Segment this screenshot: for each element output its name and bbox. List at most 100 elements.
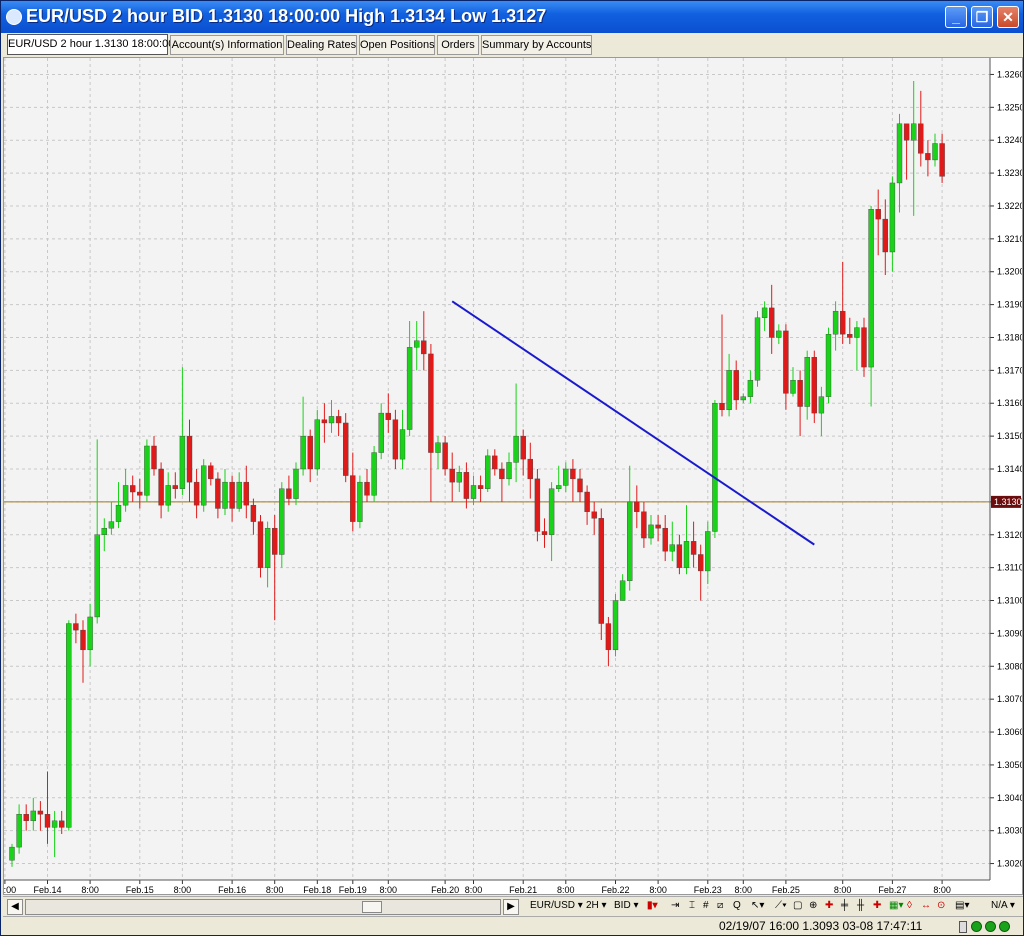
- tab-account-information[interactable]: Account(s) Information: [170, 35, 284, 55]
- candle-body[interactable]: [847, 333, 853, 338]
- candle-body[interactable]: [208, 465, 214, 480]
- candle-body[interactable]: [328, 416, 335, 424]
- candle-body[interactable]: [683, 541, 690, 568]
- zoom-q-button[interactable]: Q: [733, 900, 741, 911]
- candle-body[interactable]: [925, 153, 931, 161]
- candle-body[interactable]: [179, 435, 186, 489]
- candle-body[interactable]: [577, 478, 583, 493]
- restore-button[interactable]: ❐: [971, 6, 993, 28]
- candle-body[interactable]: [87, 616, 93, 651]
- tab-eurusd-chart[interactable]: EUR/USD 2 hour 1.3130 18:00:00: [7, 34, 174, 55]
- scroll-end-icon[interactable]: ⇥: [671, 900, 679, 911]
- candle-body[interactable]: [769, 307, 775, 338]
- candle-body[interactable]: [343, 422, 349, 476]
- candle-body[interactable]: [705, 531, 711, 572]
- candle-body[interactable]: [889, 182, 896, 253]
- title-bar[interactable]: EUR/USD 2 hour BID 1.3130 18:00:00 High …: [1, 1, 1023, 33]
- candle-body[interactable]: [619, 580, 626, 601]
- candle-body[interactable]: [222, 481, 228, 509]
- candle-body[interactable]: [598, 518, 604, 624]
- candle-body[interactable]: [200, 465, 207, 506]
- candle-body[interactable]: [307, 435, 313, 470]
- candle-body[interactable]: [80, 629, 86, 651]
- candle-body[interactable]: [783, 330, 789, 394]
- candle-body[interactable]: [314, 419, 320, 470]
- candle-body[interactable]: [719, 403, 725, 411]
- candle-body[interactable]: [790, 380, 796, 394]
- candle-body[interactable]: [868, 209, 874, 368]
- na-selector[interactable]: N/A ▾: [991, 900, 1015, 911]
- candle-body[interactable]: [548, 488, 555, 535]
- candle-body[interactable]: [832, 310, 839, 335]
- tab-summary-by-accounts[interactable]: Summary by Accounts: [481, 35, 592, 55]
- candle-body[interactable]: [903, 123, 910, 141]
- candle-body[interactable]: [861, 327, 867, 368]
- candle-body[interactable]: [932, 143, 938, 161]
- candle-body[interactable]: [406, 347, 413, 430]
- candlestick-chart[interactable]: 1.3020 1.3030 1.3040 1.3050 1.3060 1.3070 1.30…: [4, 58, 1022, 894]
- candle-body[interactable]: [591, 511, 597, 519]
- candle-body[interactable]: [492, 455, 498, 470]
- candle-body[interactable]: [854, 327, 860, 338]
- candle-body[interactable]: [151, 445, 157, 470]
- candle-body[interactable]: [378, 412, 384, 453]
- candle-body[interactable]: [272, 527, 278, 555]
- candle-body[interactable]: [840, 310, 846, 335]
- candle-style-icon[interactable]: ▮▾: [647, 900, 658, 911]
- candle-body[interactable]: [499, 468, 505, 480]
- scroll-right-button[interactable]: ▶: [503, 899, 519, 915]
- shape-tool-icon[interactable]: ▢: [793, 900, 802, 911]
- candle-body[interactable]: [726, 370, 732, 411]
- candle-body[interactable]: [215, 478, 221, 509]
- channel-tool-icon[interactable]: ╫: [857, 900, 864, 911]
- candle-body[interactable]: [634, 501, 640, 512]
- candle-body[interactable]: [556, 485, 562, 489]
- candle-body[interactable]: [506, 462, 512, 480]
- candle-body[interactable]: [570, 468, 576, 480]
- candle-body[interactable]: [137, 491, 143, 496]
- candle-body[interactable]: [811, 357, 817, 414]
- candle-body[interactable]: [456, 472, 462, 483]
- price-type-selector[interactable]: BID ▾: [614, 900, 638, 911]
- candle-body[interactable]: [229, 481, 235, 509]
- candle-body[interactable]: [690, 541, 697, 555]
- candle-body[interactable]: [676, 544, 683, 568]
- candle-body[interactable]: [698, 554, 704, 572]
- candle-body[interactable]: [264, 527, 271, 568]
- candle-body[interactable]: [129, 485, 136, 493]
- candle-body[interactable]: [449, 468, 455, 483]
- candle-body[interactable]: [882, 218, 888, 253]
- close-button[interactable]: ✕: [997, 6, 1019, 28]
- minimize-button[interactable]: _: [945, 6, 967, 28]
- tab-open-positions[interactable]: Open Positions: [359, 35, 435, 55]
- candle-body[interactable]: [804, 357, 810, 407]
- candle-body[interactable]: [485, 455, 491, 489]
- candle-body[interactable]: [534, 478, 541, 532]
- candle-body[interactable]: [612, 600, 619, 651]
- candle-body[interactable]: [73, 623, 79, 631]
- candle-body[interactable]: [605, 623, 612, 651]
- candle-body[interactable]: [655, 524, 661, 529]
- candle-body[interactable]: [279, 488, 285, 555]
- candle-body[interactable]: [293, 468, 299, 499]
- candle-body[interactable]: [392, 419, 399, 460]
- candle-body[interactable]: [257, 521, 264, 568]
- candle-body[interactable]: [648, 524, 654, 539]
- candle-body[interactable]: [470, 485, 477, 499]
- candle-body[interactable]: [712, 403, 718, 532]
- candle-body[interactable]: [243, 481, 250, 506]
- candle-body[interactable]: [825, 333, 832, 397]
- candle-body[interactable]: [250, 504, 257, 522]
- candle-body[interactable]: [896, 123, 903, 184]
- price-chart[interactable]: 1.3020 1.3030 1.3040 1.3050 1.3060 1.3070 1.30…: [3, 57, 1023, 895]
- tab-dealing-rates[interactable]: Dealing Rates: [286, 35, 357, 55]
- candle-body[interactable]: [414, 340, 420, 348]
- candle-body[interactable]: [193, 481, 200, 506]
- symbol-selector[interactable]: EUR/USD ▾: [530, 900, 583, 911]
- candle-body[interactable]: [144, 445, 150, 496]
- candle-body[interactable]: [520, 435, 526, 460]
- candle-body[interactable]: [371, 452, 377, 496]
- zoom-icon[interactable]: ⊕: [809, 900, 817, 911]
- draw-tool-icon[interactable]: ⧄: [717, 900, 723, 911]
- tab-orders[interactable]: Orders: [437, 35, 479, 55]
